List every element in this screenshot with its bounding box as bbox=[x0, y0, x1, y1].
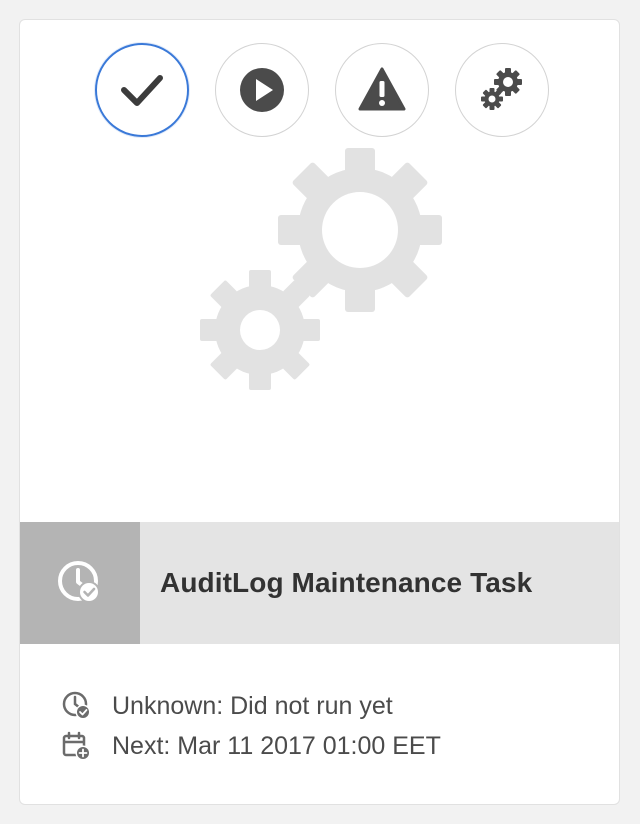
warning-button[interactable] bbox=[335, 43, 429, 137]
card-title-bar[interactable]: AuditLog Maintenance Task bbox=[20, 522, 619, 644]
next-run-text: Next: Mar 11 2017 01:00 EET bbox=[112, 731, 441, 760]
gears-icon bbox=[481, 68, 522, 110]
next-run-row: Next: Mar 11 2017 01:00 EET bbox=[60, 726, 599, 766]
clock-check-icon bbox=[60, 689, 94, 723]
configure-button[interactable] bbox=[455, 43, 549, 137]
task-card[interactable]: AuditLog Maintenance Task Unknown: Did n… bbox=[19, 19, 620, 805]
task-status-icon bbox=[58, 561, 100, 603]
play-icon bbox=[240, 68, 284, 112]
checkmark-icon bbox=[121, 75, 163, 106]
status-row: Unknown: Did not run yet bbox=[60, 686, 599, 726]
calendar-add-icon bbox=[60, 729, 94, 763]
quick-actions bbox=[20, 43, 619, 139]
card-info: Unknown: Did not run yet Next: Mar 11 20… bbox=[60, 686, 599, 766]
status-text: Unknown: Did not run yet bbox=[112, 691, 393, 720]
run-button[interactable] bbox=[215, 43, 309, 137]
alert-icon bbox=[358, 67, 406, 111]
card-type-icon-box bbox=[20, 522, 140, 644]
select-button[interactable] bbox=[95, 43, 189, 137]
card-title: AuditLog Maintenance Task bbox=[160, 567, 533, 598]
